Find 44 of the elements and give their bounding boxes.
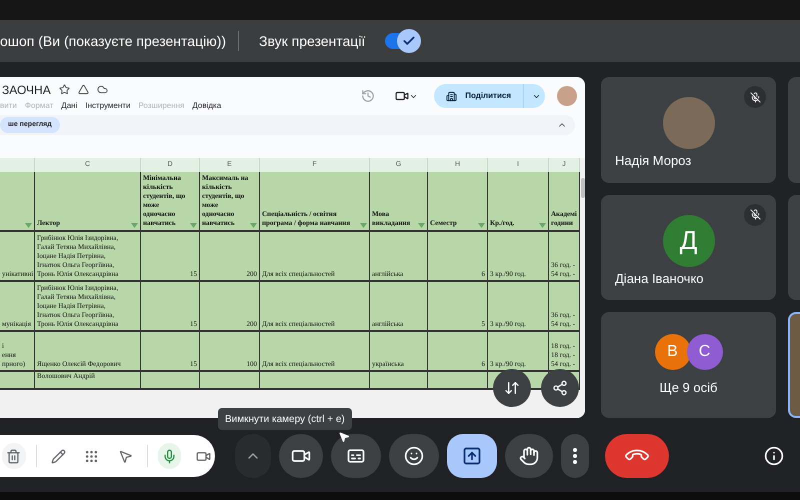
document-title[interactable]: ЗАОЧНА [2,80,51,98]
more-options-button[interactable] [561,434,589,478]
building-icon [446,90,458,102]
presentation-title: ошоп (Ви (показуєте презентацію)) [0,32,226,51]
menu-item[interactable]: Дані [61,100,78,112]
video-camera-icon[interactable] [395,89,410,103]
history-icon[interactable] [361,89,376,103]
pointer-icon [338,431,350,443]
info-icon[interactable] [764,446,784,466]
hand-icon [519,446,539,466]
smiley-icon [404,446,424,466]
photo-placeholder [662,97,714,149]
swap-arrows-icon [504,380,520,396]
share-button[interactable]: Поділитися [434,84,545,108]
pointer-icon [118,448,133,464]
captions-button[interactable] [331,434,381,478]
present-button[interactable] [447,434,497,478]
more-vertical-icon [573,448,577,464]
present-screen-icon [462,446,482,466]
trash-icon [6,448,22,464]
participant-name: Ще 9 осіб [660,379,718,398]
star-icon[interactable] [58,84,70,95]
tooltip: Вимкнути камеру (ctrl + e) [218,408,352,430]
trash-button[interactable] [2,443,26,469]
emoji-button[interactable] [389,434,439,478]
end-call-button[interactable] [605,434,669,478]
menu-item[interactable]: Інструменти [85,100,130,112]
avatar-initial: В [654,334,690,370]
participant-name: Діана Іваночко [615,270,704,288]
avatar-initial: Д [662,214,714,267]
microphone-button[interactable] [158,443,182,469]
participant-name: Надія Мороз [615,152,692,170]
cloud-icon[interactable] [96,84,108,95]
triangle-icon[interactable] [78,84,89,95]
pencil-icon [50,448,66,464]
presentation-audio-label: Звук презентації [259,32,366,51]
dots-grid-icon [84,448,100,464]
raise-hand-button[interactable] [505,434,553,478]
check-icon [402,34,416,48]
microphone-icon [162,448,178,464]
avatar-initial: С [686,334,722,370]
share-icon [552,380,568,396]
menu-item[interactable]: Довідка [192,100,222,112]
camera-button[interactable] [279,434,323,478]
